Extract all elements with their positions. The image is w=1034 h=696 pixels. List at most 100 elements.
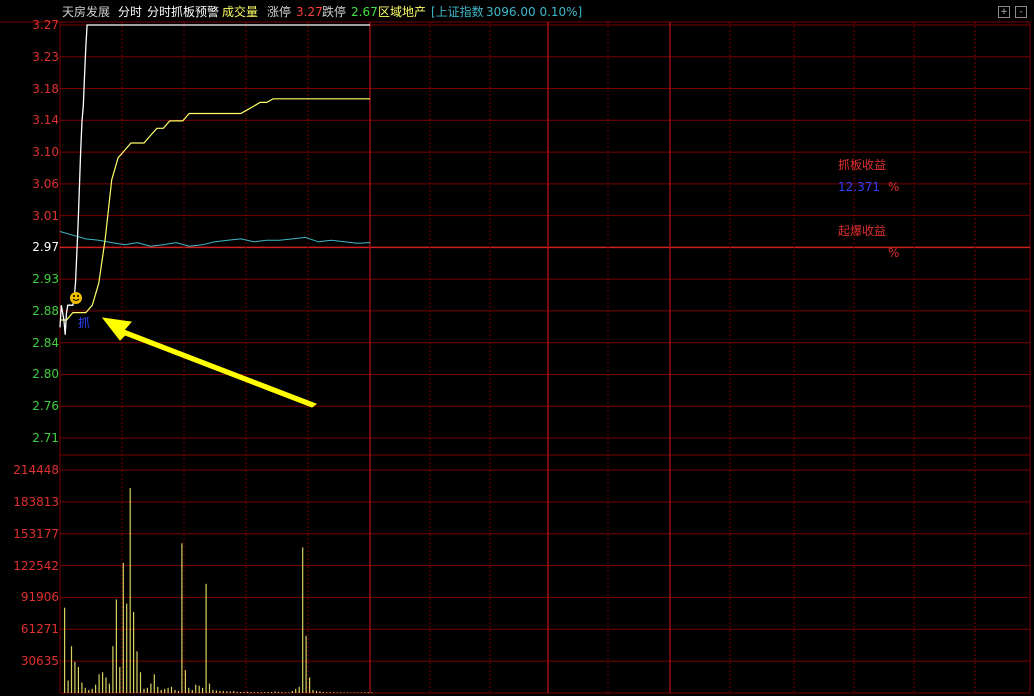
volume-bar: [264, 692, 266, 693]
volume-tick-label: 214448: [13, 463, 59, 477]
burst-profit-label: 起爆收益: [838, 224, 887, 238]
volume-bar: [150, 683, 152, 693]
stock-name: 天房发展: [62, 5, 111, 19]
sector-label[interactable]: 区域地产: [378, 5, 426, 19]
volume-bar: [67, 680, 69, 693]
volume-bar: [312, 689, 314, 693]
volume-bar: [336, 692, 338, 693]
volume-bar: [250, 692, 252, 693]
price-tick-label: 3.06: [32, 176, 59, 191]
index-label: [上证指数: [431, 5, 484, 19]
volume-bar: [309, 677, 311, 693]
volume-bar: [122, 563, 124, 693]
price-tick-label: 3.23: [32, 49, 59, 64]
volume-bar: [181, 543, 183, 693]
volume-bar: [160, 689, 162, 693]
volume-bar: [346, 692, 349, 693]
index-line: [59, 231, 371, 247]
volume-bar: [174, 689, 176, 693]
volume-bar: [364, 692, 366, 693]
volume-bar: [281, 692, 283, 693]
volume-bar: [329, 692, 331, 693]
limit-down-value: 2.67: [351, 5, 378, 19]
volume-bar: [74, 661, 76, 693]
price-tick-label: 2.84: [32, 335, 59, 350]
volume-bar: [288, 692, 290, 693]
volume-bar: [70, 646, 73, 693]
volume-bar: [350, 692, 352, 693]
volume-bar: [84, 687, 86, 693]
volume-bar: [253, 692, 255, 693]
volume-bar: [240, 692, 242, 693]
volume-bar: [202, 687, 204, 693]
volume-bar: [119, 667, 121, 693]
volume-bar: [277, 691, 280, 693]
zoom-in-button[interactable]: +: [998, 6, 1010, 18]
price-line: [59, 24, 370, 335]
volume-bar: [267, 692, 269, 693]
volume-bar: [115, 599, 117, 693]
price-tick-label: 3.10: [32, 145, 59, 160]
limit-up-value: 3.27: [296, 5, 323, 19]
volume-bar: [212, 689, 214, 693]
volume-bar: [229, 691, 231, 693]
volume-tick-label: 183813: [13, 494, 59, 509]
volume-bar: [88, 689, 90, 693]
volume-bar: [371, 692, 373, 693]
price-tick-label: 3.18: [32, 81, 59, 96]
volume-bar: [236, 691, 238, 693]
volume-bar: [226, 691, 228, 693]
volume-bar: [340, 692, 342, 693]
volume-bar: [298, 686, 300, 693]
volume-bar: [136, 651, 138, 693]
volume-tick-label: 153177: [13, 526, 59, 541]
volume-bar: [243, 692, 245, 693]
volume-bar: [184, 670, 186, 693]
grab-profit-value: 12.371: [838, 180, 880, 194]
volume-bar: [274, 691, 276, 693]
price-tick-label: 2.88: [32, 303, 59, 318]
volume-bar: [322, 692, 324, 693]
tab-intraday-alert[interactable]: 分时抓板预警: [147, 5, 219, 19]
volume-bar: [271, 692, 273, 693]
volume-bar: [333, 692, 335, 693]
volume-bar: [215, 690, 217, 693]
volume-bar: [302, 547, 304, 693]
volume-bar: [291, 690, 293, 693]
volume-bar: [98, 674, 100, 693]
volume-bar: [64, 607, 66, 693]
volume-bar: [219, 690, 221, 693]
price-tick-label: 2.76: [32, 399, 59, 414]
volume-bar: [295, 688, 297, 693]
volume-bar: [260, 692, 262, 693]
volume-bar: [208, 683, 211, 693]
volume-bar: [177, 690, 180, 693]
price-tick-label: 3.14: [32, 113, 59, 128]
volume-bar: [246, 691, 249, 693]
volume-bar: [205, 583, 207, 693]
volume-bar: [81, 682, 83, 693]
volume-bar: [305, 635, 307, 693]
volume-bar: [343, 692, 345, 693]
volume-tick-label: 61271: [20, 622, 59, 637]
volume-bar: [315, 690, 318, 693]
burst-profit-unit: %: [888, 246, 900, 260]
volume-bar: [164, 688, 166, 693]
volume-bar: [95, 684, 97, 693]
limit-up-label: 涨停: [267, 5, 292, 19]
limit-down-label: 跌停: [322, 5, 347, 19]
volume-bars: [64, 488, 373, 693]
volume-bar: [108, 683, 110, 693]
volume-bar: [129, 488, 131, 693]
volume-bar: [233, 691, 235, 693]
zoom-out-button[interactable]: -: [1015, 6, 1027, 18]
price-tick-label: 2.97: [32, 240, 59, 255]
intraday-chart[interactable]: [0, 0, 1034, 696]
volume-bar: [170, 686, 173, 693]
volume-bar: [143, 688, 145, 693]
volume-bar: [146, 687, 148, 693]
index-value: 3096.00 0.10%]: [486, 5, 583, 19]
chart-grid: [0, 21, 1031, 694]
tab-intraday[interactable]: 分时: [118, 5, 142, 19]
volume-bar: [353, 692, 355, 693]
